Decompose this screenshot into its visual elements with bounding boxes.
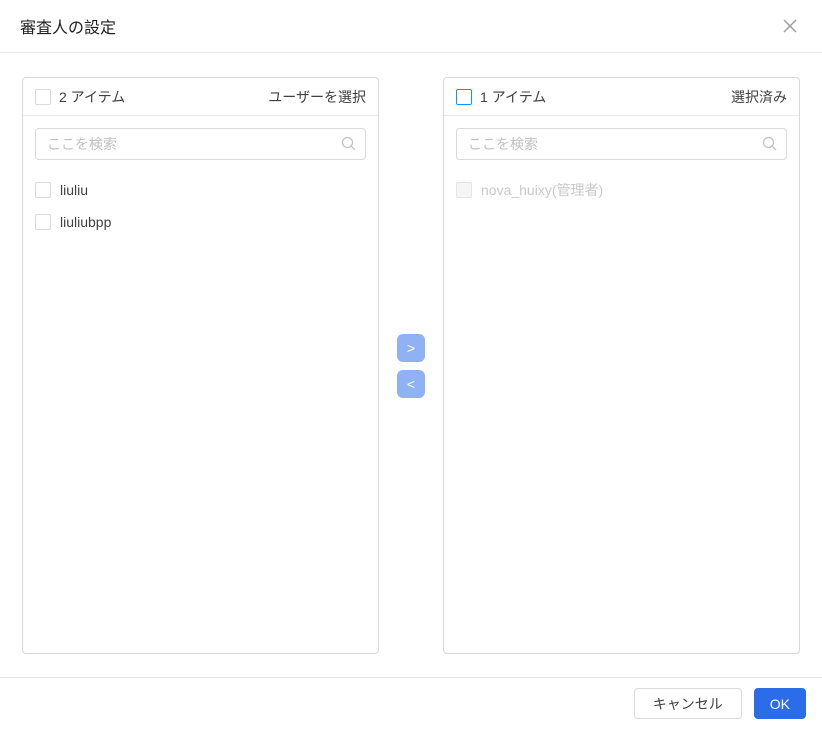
item-label: liuliu xyxy=(60,182,89,198)
close-button[interactable] xyxy=(778,14,802,38)
move-right-button[interactable]: > xyxy=(397,333,425,362)
item-checkbox[interactable] xyxy=(35,214,51,230)
close-icon xyxy=(783,19,797,33)
target-panel-header: 1 アイテム 選択済み xyxy=(444,78,799,116)
move-left-button[interactable]: < xyxy=(397,369,425,398)
source-item-list: liuliu liuliubpp xyxy=(23,172,378,653)
transfer-source-panel: 2 アイテム ユーザーを選択 liuliu xyxy=(22,77,379,654)
dialog-title: 審査人の設定 xyxy=(20,20,117,37)
reviewer-settings-dialog: 審査人の設定 2 アイテム ユーザーを選択 ここを検索 liuliu liuli… xyxy=(0,0,822,729)
transfer-widget: 2 アイテム ユーザーを選択 liuliu xyxy=(22,77,800,654)
source-panel-header: 2 アイテム ユーザーを選択 xyxy=(23,78,378,116)
search-icon xyxy=(762,136,777,151)
dialog-header: 審査人の設定 xyxy=(0,0,822,53)
item-checkbox[interactable] xyxy=(35,182,51,198)
target-select-all-checkbox[interactable] xyxy=(456,88,472,105)
dialog-footer: キャンセル OK xyxy=(0,677,822,729)
item-label: liuliubpp xyxy=(60,214,112,230)
target-item-count: 1 アイテム xyxy=(480,88,547,105)
cancel-button[interactable]: キャンセル xyxy=(633,688,742,719)
source-panel-title: ユーザーを選択 xyxy=(268,88,366,105)
target-item-list: nova_huixy(管理者) xyxy=(444,172,799,653)
target-panel-title: 選択済み xyxy=(731,88,787,105)
list-item: nova_huixy(管理者) xyxy=(444,174,799,206)
ok-button[interactable]: OK xyxy=(753,688,806,719)
target-search-input[interactable] xyxy=(456,128,787,160)
list-item[interactable]: liuliu xyxy=(23,174,378,206)
transfer-target-panel: 1 アイテム 選択済み nova_huixy(管理者) xyxy=(443,77,800,654)
source-search-input[interactable] xyxy=(35,128,366,160)
dialog-body: 2 アイテム ユーザーを選択 liuliu xyxy=(0,53,822,677)
item-checkbox xyxy=(456,182,472,198)
chevron-left-icon: < xyxy=(406,375,416,392)
target-search xyxy=(456,128,787,160)
transfer-operations: > < xyxy=(380,333,442,398)
source-item-count: 2 アイテム xyxy=(59,88,126,105)
source-select-all-checkbox[interactable] xyxy=(35,88,51,105)
source-search xyxy=(35,128,366,160)
chevron-right-icon: > xyxy=(406,339,416,356)
list-item[interactable]: liuliubpp xyxy=(23,206,378,238)
search-icon xyxy=(341,136,356,151)
item-label: nova_huixy(管理者) xyxy=(481,182,604,198)
